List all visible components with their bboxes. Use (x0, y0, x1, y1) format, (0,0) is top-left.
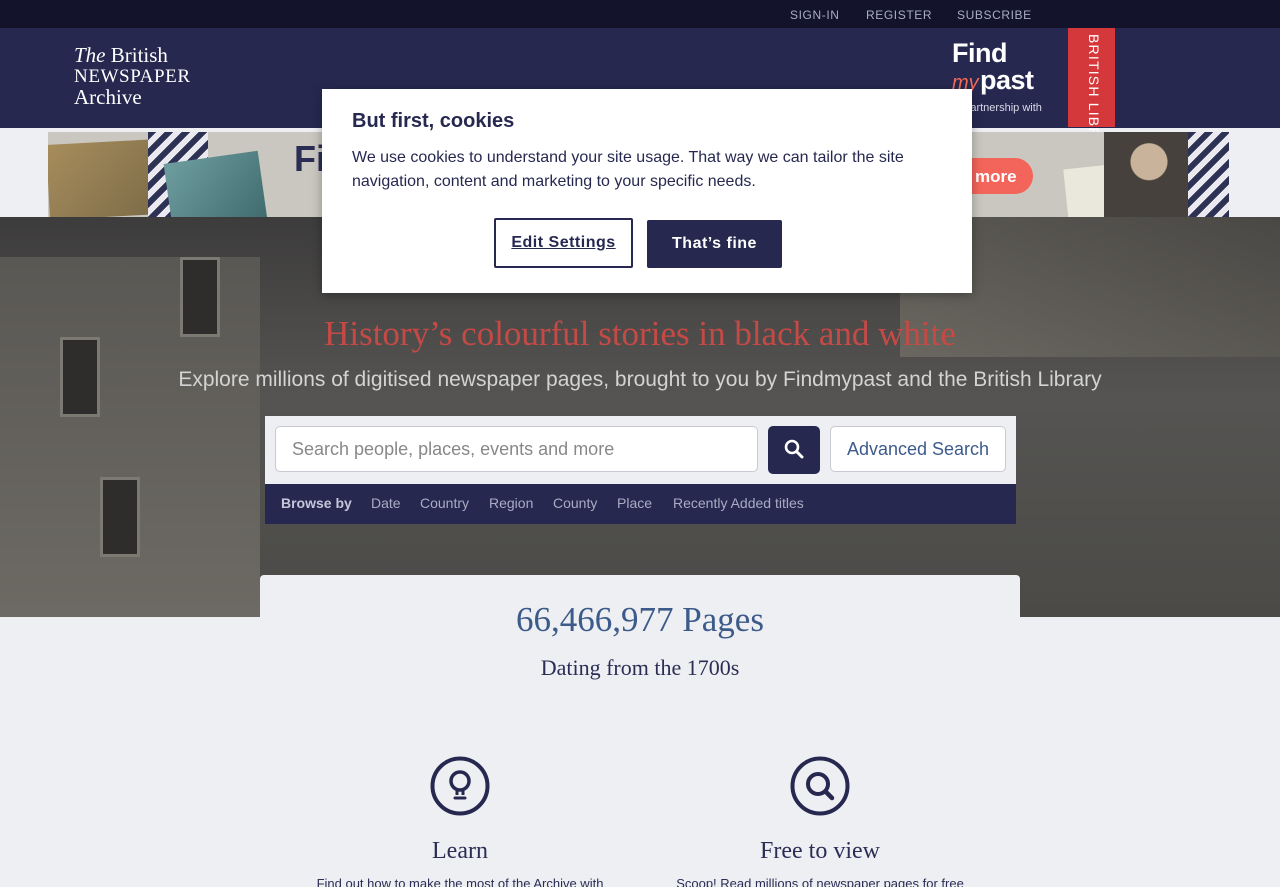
search-panel: Advanced Search (265, 416, 1016, 484)
search-input[interactable] (275, 426, 758, 472)
feature-learn-title: Learn (432, 838, 488, 864)
cookie-title: But first, cookies (352, 110, 515, 132)
search-button[interactable] (768, 426, 820, 474)
dating-text: Dating from the 1700s (540, 655, 740, 680)
lightbulb-icon (430, 756, 490, 816)
register-link[interactable]: REGISTER (866, 8, 932, 22)
search-icon (784, 439, 804, 459)
browse-region[interactable]: Region (489, 495, 533, 511)
top-utility-bar: SIGN-IN REGISTER SUBSCRIBE (0, 0, 1280, 28)
browse-label: Browse by (281, 495, 352, 511)
fmp-past: past (980, 65, 1034, 95)
browse-date[interactable]: Date (371, 495, 401, 511)
feature-learn-text: Find out how to make the most of the Arc… (316, 876, 604, 887)
browse-county[interactable]: County (553, 495, 597, 511)
page-count: 66,466,977 Pages (516, 600, 764, 639)
cookie-modal: But first, cookies We use cookies to und… (322, 89, 972, 293)
hero-title: History’s colourful stories in black and… (324, 314, 956, 353)
subscribe-link[interactable]: SUBSCRIBE (957, 8, 1032, 22)
feature-free-text: Scoop! Read millions of newspaper pages … (676, 876, 964, 887)
banner-photo-house (163, 150, 268, 217)
logo-british: British (105, 43, 168, 67)
site-logo[interactable]: The British NEWSPAPER Archive (74, 45, 191, 108)
accept-cookies-button[interactable]: That’s fine (647, 220, 782, 268)
browse-country[interactable]: Country (420, 495, 469, 511)
browse-recently-added[interactable]: Recently Added titles (673, 495, 804, 511)
logo-archive: Archive (74, 85, 142, 109)
feature-free-title: Free to view (760, 838, 880, 864)
logo-the: The (74, 43, 106, 67)
browse-place[interactable]: Place (617, 495, 652, 511)
browse-bar: Browse by Date Country Region County Pla… (265, 484, 1016, 524)
logo-newspaper: NEWSPAPER (74, 66, 191, 87)
banner-portrait (1104, 132, 1194, 217)
sign-in-link[interactable]: SIGN-IN (790, 8, 840, 22)
edit-settings-button[interactable]: Edit Settings (494, 218, 633, 268)
banner-photo-group (48, 139, 160, 217)
feature-free-to-view[interactable]: Free to view Scoop! Read millions of new… (640, 756, 1000, 887)
magnifier-icon (790, 756, 850, 816)
hero-subtitle: Explore millions of digitised newspaper … (178, 368, 1102, 391)
advanced-search-button[interactable]: Advanced Search (830, 426, 1006, 472)
hero-building (0, 257, 260, 617)
hero-window (100, 477, 140, 557)
feature-learn[interactable]: Learn Find out how to make the most of t… (280, 756, 640, 887)
british-library-logo[interactable]: BRITISH LIBRARY (1068, 28, 1115, 171)
banner-pattern-right (1188, 132, 1229, 217)
cookie-body: We use cookies to understand your site u… (352, 149, 904, 190)
